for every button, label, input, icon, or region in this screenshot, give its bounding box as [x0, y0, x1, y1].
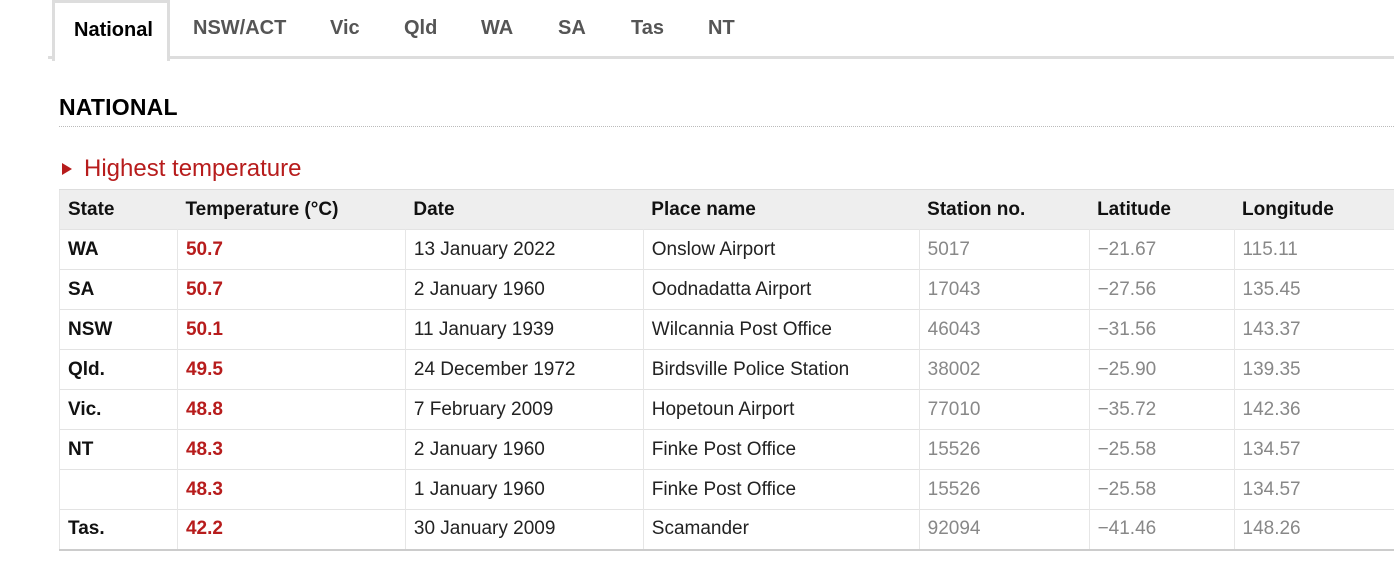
header-state: State — [59, 189, 178, 230]
tab-tas[interactable]: Tas — [631, 0, 664, 56]
cell-state: Qld. — [59, 349, 178, 390]
cell-place-name: Scamander — [643, 509, 920, 550]
cell-station-no: 46043 — [919, 309, 1090, 350]
section-title: Highest temperature — [84, 155, 302, 182]
cell-longitude: 148.26 — [1234, 509, 1394, 550]
cell-temperature: 48.8 — [177, 389, 406, 430]
heading-divider — [59, 126, 1394, 127]
cell-place-name: Hopetoun Airport — [643, 389, 920, 430]
cell-date: 7 February 2009 — [405, 389, 644, 430]
table-row: NSW 50.1 11 January 1939 Wilcannia Post … — [59, 309, 1394, 350]
cell-place-name: Finke Post Office — [643, 469, 920, 510]
header-place-name: Place name — [643, 189, 920, 230]
cell-state: Vic. — [59, 389, 178, 430]
tab-national[interactable]: National — [52, 0, 170, 61]
page-title: NATIONAL — [59, 94, 178, 120]
cell-temperature: 50.7 — [177, 269, 406, 310]
cell-temperature: 42.2 — [177, 509, 406, 550]
table-header-row: State Temperature (°C) Date Place name S… — [59, 189, 1394, 230]
cell-longitude: 134.57 — [1234, 469, 1394, 510]
tab-wa[interactable]: WA — [481, 0, 513, 56]
cell-place-name: Finke Post Office — [643, 429, 920, 470]
table-row: WA 50.7 13 January 2022 Onslow Airport 5… — [59, 229, 1394, 270]
header-temperature: Temperature (°C) — [177, 189, 406, 230]
header-date: Date — [405, 189, 644, 230]
cell-temperature: 49.5 — [177, 349, 406, 390]
cell-place-name: Wilcannia Post Office — [643, 309, 920, 350]
tab-bar: National NSW/ACT Vic Qld WA SA Tas NT — [48, 0, 1394, 61]
cell-latitude: −41.46 — [1089, 509, 1235, 550]
tab-nt[interactable]: NT — [708, 0, 735, 56]
cell-state: WA — [59, 229, 178, 270]
cell-station-no: 17043 — [919, 269, 1090, 310]
cell-date: 30 January 2009 — [405, 509, 644, 550]
tab-nsw-act[interactable]: NSW/ACT — [193, 0, 286, 56]
cell-temperature: 48.3 — [177, 429, 406, 470]
cell-station-no: 15526 — [919, 469, 1090, 510]
cell-temperature: 50.1 — [177, 309, 406, 350]
cell-station-no: 5017 — [919, 229, 1090, 270]
cell-latitude: −25.58 — [1089, 469, 1235, 510]
cell-station-no: 15526 — [919, 429, 1090, 470]
table-row: Tas. 42.2 30 January 2009 Scamander 9209… — [59, 509, 1394, 550]
cell-temperature: 50.7 — [177, 229, 406, 270]
tab-vic[interactable]: Vic — [330, 0, 360, 56]
cell-latitude: −35.72 — [1089, 389, 1235, 430]
header-latitude: Latitude — [1089, 189, 1235, 230]
table-row: 48.3 1 January 1960 Finke Post Office 15… — [59, 469, 1394, 510]
highest-temperature-toggle[interactable]: Highest temperature — [62, 155, 301, 183]
cell-date: 2 January 1960 — [405, 269, 644, 310]
tab-qld[interactable]: Qld — [404, 0, 437, 56]
table-row: NT 48.3 2 January 1960 Finke Post Office… — [59, 429, 1394, 470]
cell-station-no: 92094 — [919, 509, 1090, 550]
header-station-no: Station no. — [919, 189, 1090, 230]
cell-latitude: −25.90 — [1089, 349, 1235, 390]
cell-latitude: −27.56 — [1089, 269, 1235, 310]
cell-longitude: 115.11 — [1234, 229, 1394, 270]
cell-state — [59, 469, 178, 510]
cell-place-name: Onslow Airport — [643, 229, 920, 270]
cell-latitude: −25.58 — [1089, 429, 1235, 470]
tab-sa[interactable]: SA — [558, 0, 586, 56]
table-row: SA 50.7 2 January 1960 Oodnadatta Airpor… — [59, 269, 1394, 310]
cell-latitude: −31.56 — [1089, 309, 1235, 350]
triangle-right-icon — [62, 163, 72, 175]
cell-place-name: Birdsville Police Station — [643, 349, 920, 390]
cell-longitude: 142.36 — [1234, 389, 1394, 430]
header-longitude: Longitude — [1234, 189, 1394, 230]
cell-longitude: 134.57 — [1234, 429, 1394, 470]
cell-longitude: 135.45 — [1234, 269, 1394, 310]
table-row: Vic. 48.8 7 February 2009 Hopetoun Airpo… — [59, 389, 1394, 430]
cell-latitude: −21.67 — [1089, 229, 1235, 270]
cell-longitude: 139.35 — [1234, 349, 1394, 390]
cell-state: SA — [59, 269, 178, 310]
cell-state: NT — [59, 429, 178, 470]
cell-station-no: 77010 — [919, 389, 1090, 430]
cell-station-no: 38002 — [919, 349, 1090, 390]
cell-state: NSW — [59, 309, 178, 350]
cell-date: 2 January 1960 — [405, 429, 644, 470]
table-row: Qld. 49.5 24 December 1972 Birdsville Po… — [59, 349, 1394, 390]
cell-date: 13 January 2022 — [405, 229, 644, 270]
cell-state: Tas. — [59, 509, 178, 550]
records-table: State Temperature (°C) Date Place name S… — [59, 189, 1394, 551]
cell-date: 24 December 1972 — [405, 349, 644, 390]
cell-temperature: 48.3 — [177, 469, 406, 510]
cell-date: 1 January 1960 — [405, 469, 644, 510]
cell-place-name: Oodnadatta Airport — [643, 269, 920, 310]
cell-longitude: 143.37 — [1234, 309, 1394, 350]
cell-date: 11 January 1939 — [405, 309, 644, 350]
